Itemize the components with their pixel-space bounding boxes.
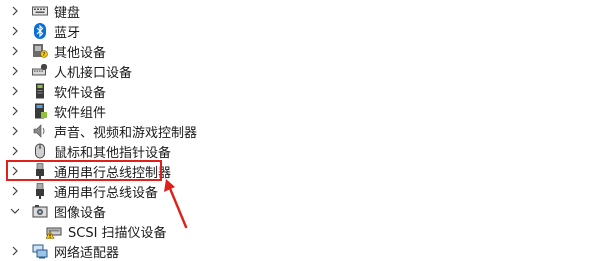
chevron-right-icon[interactable] bbox=[10, 101, 20, 121]
tree-item-bluetooth[interactable]: 蓝牙 bbox=[0, 21, 80, 41]
chevron-right-icon[interactable] bbox=[10, 81, 20, 101]
highlight-box bbox=[6, 160, 162, 181]
camera-icon bbox=[32, 203, 48, 219]
network-icon bbox=[32, 243, 48, 259]
tree-item-label: 人机接口设备 bbox=[54, 65, 133, 81]
tree-item-label: 软件组件 bbox=[54, 105, 107, 121]
tree-item-software-component[interactable]: 软件组件 bbox=[0, 101, 106, 121]
keyboard-icon bbox=[32, 3, 48, 19]
tree-item-label: 其他设备 bbox=[54, 45, 107, 61]
svg-text:?: ? bbox=[43, 52, 46, 58]
scanner-warning-icon bbox=[46, 223, 62, 239]
tree-item-label: 网络适配器 bbox=[54, 245, 120, 261]
tree-item-scsi-scanner[interactable]: SCSI 扫描仪设备 bbox=[0, 221, 167, 241]
usb-icon bbox=[32, 183, 48, 199]
mouse-icon bbox=[32, 143, 48, 159]
tree-item-software-device[interactable]: 软件设备 bbox=[0, 81, 106, 101]
chevron-right-icon[interactable] bbox=[10, 121, 20, 141]
hid-icon bbox=[32, 63, 48, 79]
tree-item-network-adapters[interactable]: 网络适配器 bbox=[0, 241, 119, 261]
chevron-right-icon[interactable] bbox=[10, 1, 20, 21]
other-devices-icon: ? bbox=[32, 43, 48, 59]
tree-item-hid[interactable]: 人机接口设备 bbox=[0, 61, 132, 81]
annotation-arrow-icon bbox=[164, 179, 188, 229]
tree-item-label: SCSI 扫描仪设备 bbox=[68, 225, 167, 241]
speaker-icon bbox=[32, 123, 48, 139]
chevron-down-icon[interactable] bbox=[10, 201, 20, 221]
tree-item-mouse[interactable]: 鼠标和其他指针设备 bbox=[0, 141, 171, 161]
tree-item-usb-devices[interactable]: 通用串行总线设备 bbox=[0, 181, 158, 201]
tree-item-label: 鼠标和其他指针设备 bbox=[54, 145, 172, 161]
tree-item-label: 图像设备 bbox=[54, 205, 107, 221]
tree-item-label: 通用串行总线设备 bbox=[54, 185, 159, 201]
chevron-right-icon[interactable] bbox=[10, 61, 20, 81]
bluetooth-icon bbox=[32, 23, 48, 39]
chevron-right-icon[interactable] bbox=[10, 241, 20, 261]
chevron-right-icon[interactable] bbox=[10, 21, 20, 41]
software-component-icon bbox=[32, 103, 48, 119]
chevron-right-icon[interactable] bbox=[10, 41, 20, 61]
tree-item-label: 蓝牙 bbox=[54, 25, 81, 41]
tree-item-sound-video-game[interactable]: 声音、视频和游戏控制器 bbox=[0, 121, 197, 141]
tree-item-keyboard[interactable]: 键盘 bbox=[0, 1, 80, 21]
tree-item-label: 键盘 bbox=[54, 5, 81, 21]
tree-item-label: 声音、视频和游戏控制器 bbox=[54, 125, 198, 141]
tree-item-other-devices[interactable]: ? 其他设备 bbox=[0, 41, 106, 61]
tree-item-imaging-devices[interactable]: 图像设备 bbox=[0, 201, 106, 221]
tree-item-label: 软件设备 bbox=[54, 85, 107, 101]
chevron-right-icon[interactable] bbox=[10, 141, 20, 161]
software-device-icon bbox=[32, 83, 48, 99]
chevron-right-icon[interactable] bbox=[10, 181, 20, 201]
